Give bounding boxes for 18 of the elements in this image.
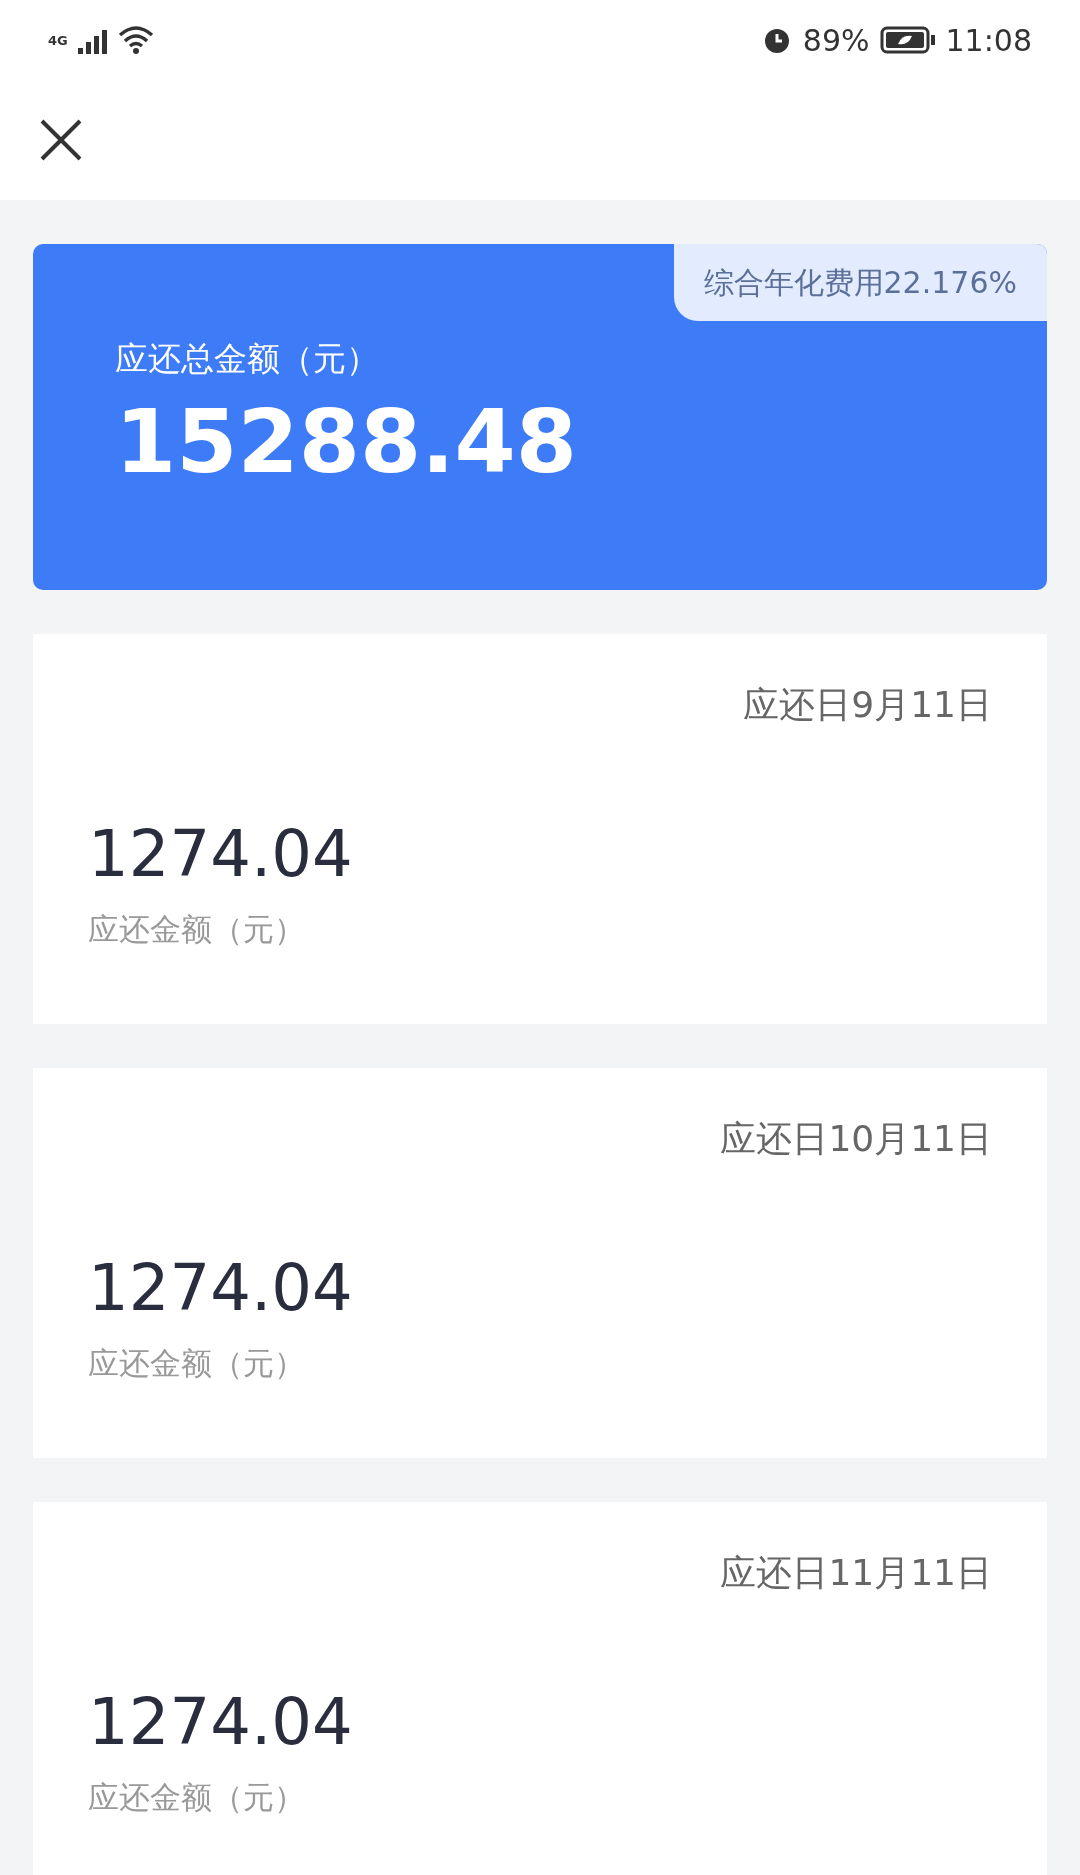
battery-percent: 89% — [802, 21, 870, 60]
installment-amount-label: 应还金额（元） — [88, 1778, 306, 1817]
network-label: 4G — [48, 33, 68, 47]
battery-icon — [879, 25, 936, 55]
installment-amount: 1274.04 — [88, 822, 354, 886]
total-amount: 15288.48 — [115, 397, 579, 486]
installment-amount: 1274.04 — [88, 1690, 354, 1754]
installment-amount: 1274.04 — [88, 1256, 354, 1320]
installment-amount-label: 应还金额（元） — [88, 910, 306, 949]
installment-amount-label: 应还金额（元） — [88, 1344, 306, 1383]
fee-rate-badge: 综合年化费用22.176% — [673, 244, 1047, 321]
total-amount-label: 应还总金额（元） — [115, 338, 380, 380]
wifi-icon — [117, 25, 154, 55]
due-date: 应还日11月11日 — [720, 1551, 992, 1595]
close-icon — [39, 118, 83, 162]
clock-time: 11:08 — [945, 21, 1032, 60]
due-date: 应还日9月11日 — [743, 683, 992, 727]
due-date: 应还日10月11日 — [720, 1117, 992, 1161]
